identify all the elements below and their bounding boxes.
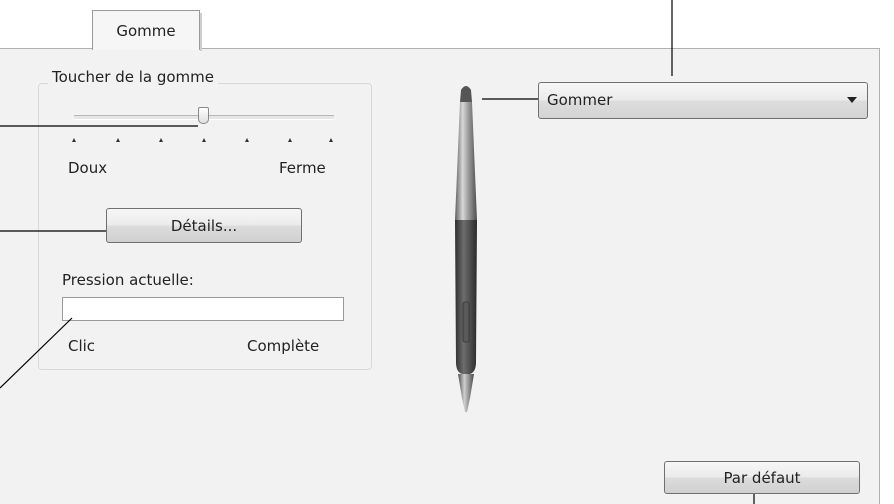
eraser-feel-group-label: Toucher de la gomme [48, 68, 219, 86]
slider-tick [72, 138, 76, 142]
tab-gomme-label: Gomme [116, 21, 176, 40]
slider-tick [329, 138, 333, 142]
details-button[interactable]: Détails... [106, 208, 302, 243]
slider-tick [202, 138, 206, 142]
firm-label: Ferme [279, 159, 326, 177]
tab-gomme[interactable]: Gomme [92, 10, 202, 51]
default-button-label: Par défaut [723, 468, 801, 487]
eraser-function-dropdown[interactable]: Gommer [538, 82, 868, 119]
chevron-down-icon [847, 97, 857, 103]
pen-illustration-icon [455, 86, 477, 412]
eraser-feel-slider-thumb[interactable] [198, 107, 209, 124]
current-pressure-bar [62, 297, 344, 321]
eraser-function-selected: Gommer [547, 91, 613, 109]
default-button[interactable]: Par défaut [664, 461, 860, 494]
current-pressure-label: Pression actuelle: [62, 271, 194, 289]
pen-grip [455, 220, 477, 374]
slider-tick [159, 138, 163, 142]
tablet-properties-window: Gomme Toucher de la gomme Doux Ferme Dét… [0, 0, 894, 504]
slider-tick [116, 138, 120, 142]
click-label: Clic [68, 337, 96, 355]
full-label: Complète [247, 337, 320, 355]
details-button-label: Détails... [170, 216, 238, 235]
pen-eraser-end [460, 86, 472, 102]
slider-tick [288, 138, 292, 142]
slider-tick [245, 138, 249, 142]
pen-side-switch [462, 301, 470, 343]
pen-barrel [455, 102, 477, 220]
soft-label: Doux [68, 159, 108, 177]
pen-tip [458, 374, 474, 412]
